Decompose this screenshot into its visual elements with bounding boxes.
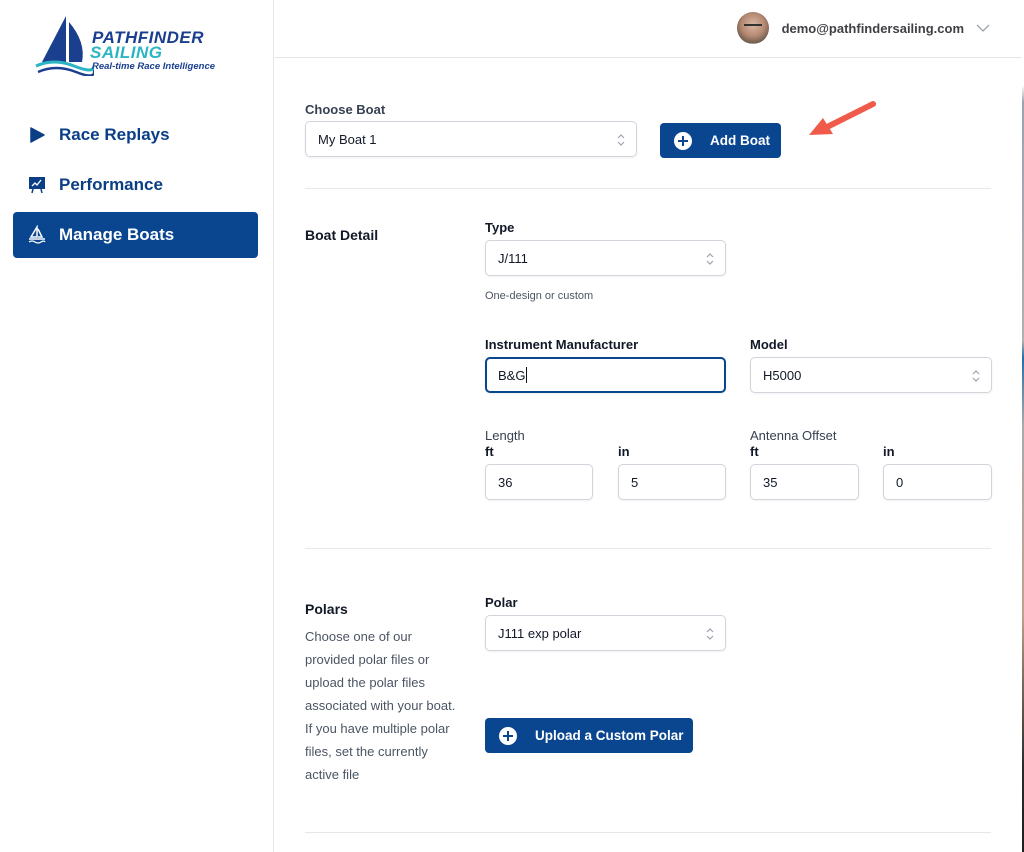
divider [305, 548, 991, 549]
boat-detail-title: Boat Detail [305, 227, 379, 243]
add-boat-button[interactable]: Add Boat [660, 123, 781, 158]
antenna-ft-value: 35 [763, 474, 778, 490]
model-label: Model [750, 337, 788, 352]
manage-boats-form: Choose Boat My Boat 1 Add Boat Boat Deta… [274, 59, 1024, 852]
upload-custom-polar-label: Upload a Custom Polar [535, 728, 684, 743]
sailboat-logo-icon [35, 16, 94, 76]
instrument-manufacturer-input[interactable]: B&G [485, 357, 726, 393]
antenna-in-input[interactable]: 0 [883, 464, 992, 500]
brand-tagline: Real-time Race Intelligence [92, 61, 216, 72]
polar-value: J111 exp polar [498, 625, 582, 641]
sidebar-item-manage-boats[interactable]: Manage Boats [13, 212, 258, 258]
play-icon [27, 125, 47, 145]
model-select[interactable]: H5000 [750, 357, 992, 393]
choose-boat-select[interactable]: My Boat 1 [305, 121, 637, 157]
choose-boat-value: My Boat 1 [318, 131, 377, 147]
type-label: Type [485, 220, 515, 235]
presentation-chart-icon [27, 175, 47, 195]
length-in-label: in [618, 444, 630, 459]
user-email: demo@pathfindersailing.com [781, 20, 964, 36]
antenna-ft-label: ft [750, 444, 759, 459]
length-label: Length [485, 428, 525, 443]
sidebar-item-race-replays[interactable]: Race Replays [13, 112, 258, 158]
add-boat-label: Add Boat [710, 133, 770, 148]
type-value: J/111 [498, 250, 528, 266]
avatar [736, 12, 769, 44]
plus-circle-icon [499, 726, 517, 745]
length-in-input[interactable]: 5 [618, 464, 726, 500]
select-updown-icon [706, 253, 714, 265]
type-help-text: One-design or custom [485, 290, 594, 302]
divider [305, 832, 991, 833]
plus-circle-icon [674, 131, 692, 150]
select-updown-icon [972, 370, 980, 382]
text-cursor [526, 367, 528, 383]
antenna-ft-input[interactable]: 35 [750, 464, 859, 500]
antenna-in-label: in [883, 444, 895, 459]
polar-select[interactable]: J111 exp polar [485, 615, 726, 651]
choose-boat-label: Choose Boat [305, 102, 386, 117]
sidebar: PATHFINDER SAILING Real-time Race Intell… [0, 0, 274, 852]
sidebar-item-label: Manage Boats [59, 225, 175, 244]
model-value: H5000 [763, 367, 802, 383]
length-in-value: 5 [631, 474, 639, 490]
instrument-manufacturer-label: Instrument Manufacturer [485, 337, 639, 352]
logo[interactable]: PATHFINDER SAILING Real-time Race Intell… [34, 14, 244, 76]
divider [305, 188, 991, 189]
annotation-arrow-icon [809, 101, 876, 135]
sidebar-item-label: Performance [59, 175, 163, 194]
brand-line2: SAILING [90, 43, 163, 62]
select-updown-icon [617, 134, 625, 146]
sidebar-item-performance[interactable]: Performance [13, 162, 258, 208]
antenna-in-value: 0 [896, 474, 904, 490]
upload-custom-polar-button[interactable]: Upload a Custom Polar [485, 718, 693, 753]
user-menu[interactable]: demo@pathfindersailing.com [736, 12, 990, 44]
sidebar-item-label: Race Replays [59, 125, 170, 144]
top-bar: demo@pathfindersailing.com [274, 0, 1024, 58]
sailboat-icon [27, 225, 47, 245]
instrument-manufacturer-value: B&G [498, 367, 526, 383]
select-updown-icon [706, 628, 714, 640]
length-ft-input[interactable]: 36 [485, 464, 593, 500]
length-ft-value: 36 [498, 474, 513, 490]
polar-label: Polar [485, 595, 518, 610]
length-ft-label: ft [485, 444, 494, 459]
chevron-down-icon [976, 24, 990, 32]
polars-title: Polars [305, 601, 348, 617]
polars-description: Choose one of our provided polar files o… [305, 629, 456, 782]
type-select[interactable]: J/111 [485, 240, 726, 276]
antenna-offset-label: Antenna Offset [750, 428, 837, 443]
